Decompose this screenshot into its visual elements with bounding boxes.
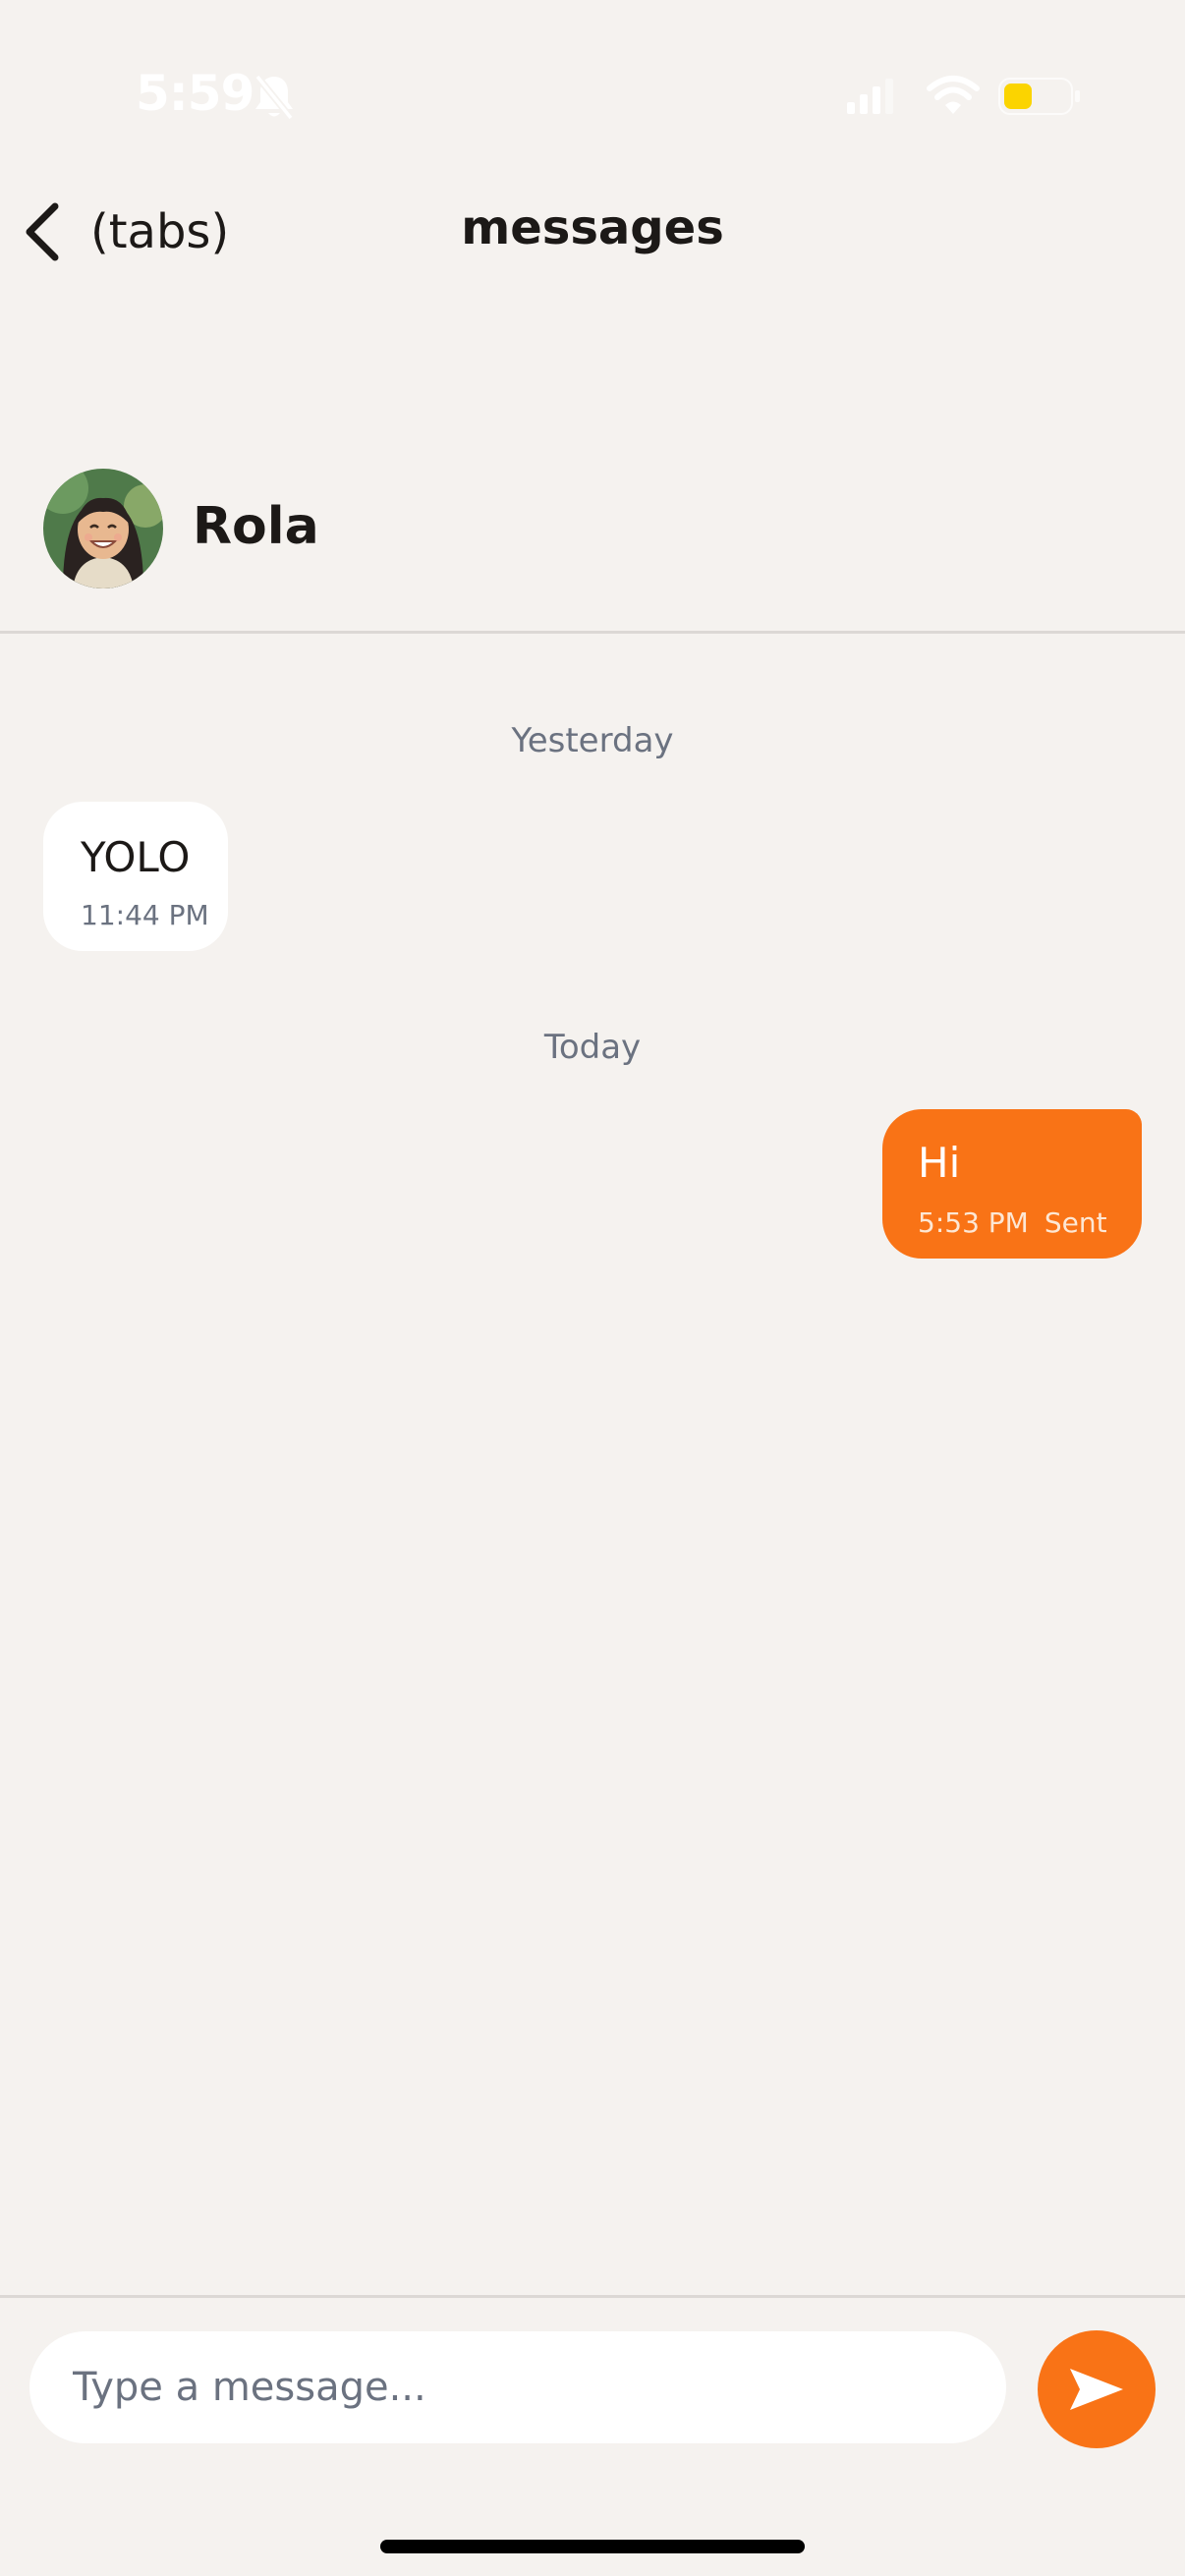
send-icon: [1070, 2369, 1123, 2410]
home-indicator: [380, 2540, 805, 2553]
bell-muted-icon: [254, 74, 294, 121]
message-time: 5:53 PM: [918, 1206, 1029, 1239]
incoming-message-bubble[interactable]: YOLO 11:44 PM: [43, 802, 228, 951]
battery-icon: [998, 78, 1080, 115]
message-time: 11:44 PM: [81, 899, 209, 931]
message-status: Sent: [1044, 1206, 1107, 1239]
contact-name: Rola: [193, 497, 319, 556]
message-input[interactable]: [29, 2331, 1006, 2443]
status-time: 5:59: [136, 65, 254, 122]
page-title: messages: [461, 200, 724, 255]
outgoing-message-bubble[interactable]: Hi 5:53 PM Sent: [882, 1109, 1142, 1259]
header-divider: [0, 631, 1185, 634]
avatar[interactable]: [43, 469, 163, 588]
message-text: Hi: [918, 1139, 961, 1187]
date-separator: Yesterday: [511, 721, 674, 760]
date-separator: Today: [543, 1028, 642, 1067]
send-button[interactable]: [1038, 2330, 1156, 2448]
cell-signal-icon: [847, 79, 893, 114]
message-text: YOLO: [81, 833, 191, 881]
composer-divider: [0, 2295, 1185, 2298]
avatar-illustration: [43, 469, 163, 588]
wifi-icon: [927, 76, 980, 114]
